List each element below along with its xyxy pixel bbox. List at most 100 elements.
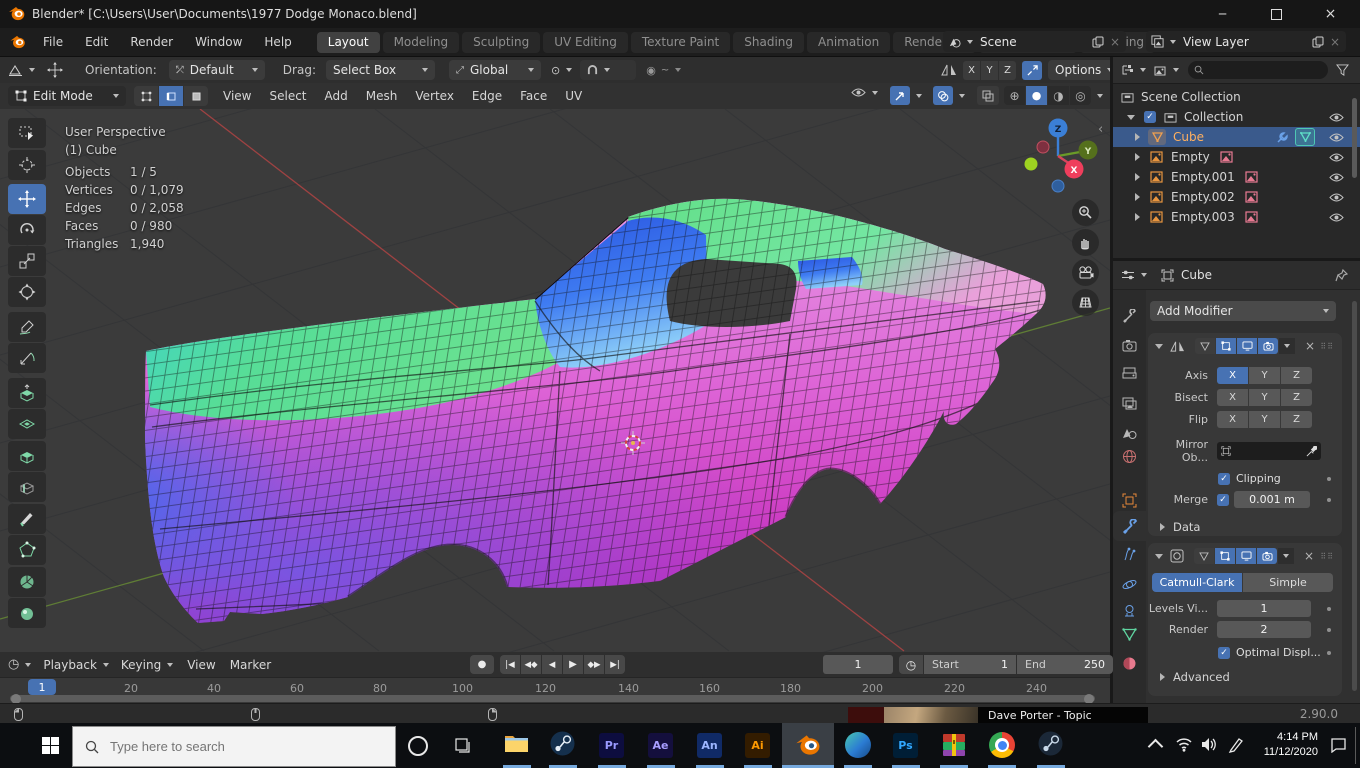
- outliner-search[interactable]: [1188, 61, 1328, 79]
- menu-view[interactable]: View: [214, 83, 260, 109]
- tool-smooth[interactable]: [8, 598, 46, 628]
- tab-constraints[interactable]: [1122, 604, 1137, 619]
- taskbar-chrome[interactable]: [989, 732, 1015, 758]
- tab-world[interactable]: [1122, 449, 1137, 464]
- menu-uv[interactable]: UV: [556, 83, 591, 109]
- mode-dropdown[interactable]: Edit Mode: [8, 86, 126, 106]
- tab-physics[interactable]: [1122, 577, 1137, 592]
- sidebar-collapse-arrow[interactable]: ‹: [1098, 122, 1103, 137]
- modifier-drag-handle[interactable]: ⠿⠿: [1320, 342, 1334, 351]
- outliner-scene-collection[interactable]: Scene Collection: [1113, 87, 1360, 107]
- workspace-tab-shading[interactable]: Shading: [733, 32, 804, 53]
- minimize-button[interactable]: ─: [1200, 0, 1245, 28]
- menu-file[interactable]: File: [32, 28, 74, 56]
- menu-window[interactable]: Window: [184, 28, 253, 56]
- taskbar-after-effects[interactable]: Ae: [648, 733, 673, 758]
- tool-extrude-region[interactable]: [8, 378, 46, 408]
- simple-button[interactable]: Simple: [1243, 573, 1333, 592]
- task-view-button[interactable]: [450, 733, 476, 759]
- unlink-scene-icon[interactable]: ×: [1110, 35, 1120, 49]
- volume-icon[interactable]: [1201, 737, 1218, 752]
- tab-scene[interactable]: [1122, 426, 1137, 440]
- mirror-x-button[interactable]: X: [963, 61, 980, 80]
- outliner-filter-type-button[interactable]: [1154, 65, 1179, 76]
- tab-render[interactable]: [1122, 339, 1137, 352]
- remove-modifier-button[interactable]: ×: [1305, 339, 1315, 353]
- timeline-view-menu[interactable]: View: [187, 658, 215, 672]
- filter-funnel-icon[interactable]: [1336, 64, 1349, 76]
- proportional-editing-button[interactable]: ◉~: [646, 64, 681, 77]
- pen-icon[interactable]: [1228, 737, 1244, 753]
- outliner-empty002-row[interactable]: Empty.002: [1113, 187, 1360, 207]
- modifier-extras-dropdown[interactable]: [1279, 338, 1295, 354]
- pan-button[interactable]: [1072, 229, 1099, 256]
- animate-dot[interactable]: [1327, 477, 1331, 481]
- remove-view-layer-icon[interactable]: ×: [1330, 35, 1340, 49]
- media-popup[interactable]: Dave Porter - Topic: [848, 707, 1148, 723]
- gizmos-toggle[interactable]: [890, 86, 922, 105]
- menu-face[interactable]: Face: [511, 83, 556, 109]
- display-render-toggle[interactable]: [1258, 338, 1278, 354]
- tray-expand-chevron-icon[interactable]: [1148, 739, 1164, 755]
- taskbar-search[interactable]: [72, 726, 396, 767]
- tab-particles[interactable]: [1122, 547, 1137, 562]
- tool-rotate[interactable]: [8, 215, 46, 245]
- tab-tool[interactable]: [1122, 309, 1137, 324]
- face-select-button[interactable]: [184, 86, 208, 106]
- cortana-button[interactable]: [405, 733, 431, 759]
- outliner-empty003-row[interactable]: Empty.003: [1113, 207, 1360, 227]
- tab-modifiers[interactable]: [1122, 519, 1138, 535]
- taskbar-premiere[interactable]: Pr: [599, 733, 624, 758]
- solid-shading-button[interactable]: ●: [1026, 86, 1047, 105]
- hide-eye-icon[interactable]: [1329, 212, 1344, 223]
- bisect-z[interactable]: Z: [1281, 389, 1312, 406]
- outliner-display-mode-button[interactable]: [1121, 64, 1146, 76]
- orientation-dropdown[interactable]: ⤱Default: [169, 60, 265, 80]
- tool-inset-faces[interactable]: [8, 409, 46, 439]
- tab-object[interactable]: [1122, 493, 1137, 508]
- taskbar-animate[interactable]: An: [697, 733, 722, 758]
- display-realtime-toggle[interactable]: [1237, 338, 1257, 354]
- orthographic-toggle-button[interactable]: [1072, 289, 1099, 316]
- tool-knife[interactable]: [8, 504, 46, 534]
- snap-toggle-button[interactable]: [1022, 61, 1042, 80]
- hide-eye-icon[interactable]: [1329, 132, 1344, 143]
- render-levels-field[interactable]: 2: [1217, 621, 1311, 638]
- show-desktop-button[interactable]: [1355, 727, 1356, 764]
- play-button[interactable]: ▶: [563, 655, 583, 674]
- playback-menu[interactable]: Playback: [43, 658, 109, 672]
- edge-select-button[interactable]: [159, 86, 183, 106]
- tool-transform[interactable]: [8, 277, 46, 307]
- next-keyframe-button[interactable]: ◆▶: [584, 655, 604, 674]
- mirror-y-button[interactable]: Y: [981, 61, 998, 80]
- current-frame-field[interactable]: 1: [823, 655, 893, 674]
- outliner-search-input[interactable]: [1208, 63, 1312, 77]
- close-button[interactable]: ×: [1308, 0, 1353, 28]
- mirror-axis-x[interactable]: X: [1217, 367, 1248, 384]
- play-reverse-button[interactable]: ◀: [542, 655, 562, 674]
- editor-type-button[interactable]: [8, 64, 35, 77]
- display-in-cage-toggle[interactable]: [1194, 548, 1214, 564]
- mirror-object-field[interactable]: [1217, 442, 1321, 460]
- hide-eye-icon[interactable]: [1329, 172, 1344, 183]
- hide-eye-icon[interactable]: [1329, 152, 1344, 163]
- auto-keying-record-button[interactable]: ●: [470, 655, 494, 674]
- tool-scale[interactable]: [8, 246, 46, 276]
- tab-object-data[interactable]: [1122, 628, 1137, 641]
- timeline-scrollbar[interactable]: [10, 695, 1095, 702]
- workspace-tab-uv-editing[interactable]: UV Editing: [543, 32, 628, 53]
- new-view-layer-icon[interactable]: [1312, 36, 1324, 48]
- workspace-tab-layout[interactable]: Layout: [317, 32, 380, 53]
- tool-select-box[interactable]: [8, 118, 46, 148]
- flip-x[interactable]: X: [1217, 411, 1248, 428]
- bisect-y[interactable]: Y: [1249, 389, 1280, 406]
- zoom-button[interactable]: [1072, 199, 1099, 226]
- previous-keyframe-button[interactable]: ◀◆: [521, 655, 541, 674]
- overlays-toggle[interactable]: [933, 86, 965, 105]
- taskbar-steam-2[interactable]: [1038, 731, 1063, 756]
- mirror-z-button[interactable]: Z: [999, 61, 1016, 80]
- mirror-axis-z[interactable]: Z: [1281, 367, 1312, 384]
- jump-to-end-button[interactable]: ▶|: [605, 655, 625, 674]
- optimal-display-checkbox[interactable]: ✓: [1218, 647, 1230, 659]
- transform-pivot-dropdown[interactable]: ⤢Global: [449, 60, 541, 80]
